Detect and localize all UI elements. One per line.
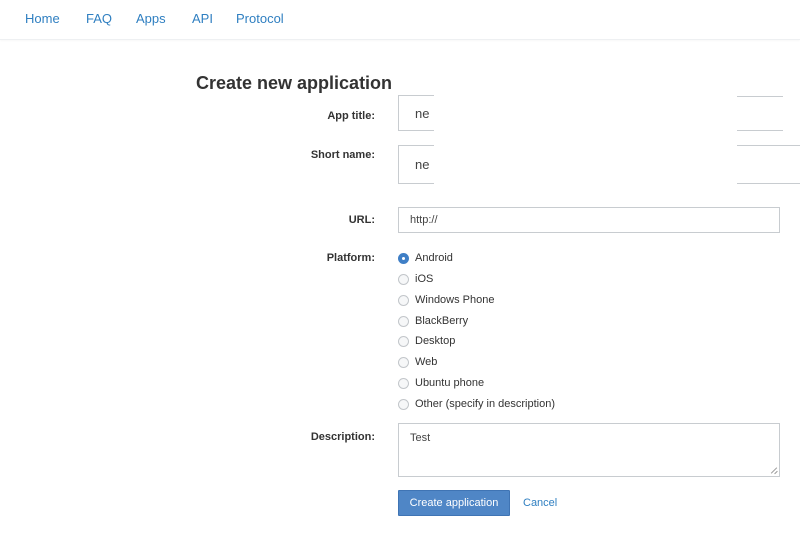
app-title-input[interactable]: ne (398, 95, 434, 131)
platform-option-label: Ubuntu phone (415, 377, 485, 389)
short-name-label: Short name: (310, 149, 375, 161)
nav-faq-link[interactable]: FAQ (86, 11, 112, 26)
app-title-value: ne (415, 106, 430, 121)
radio-icon[interactable] (398, 316, 409, 327)
short-name-input-edge-bottom (737, 183, 800, 184)
url-input[interactable]: http:// (398, 207, 780, 233)
radio-checked-icon[interactable] (398, 253, 409, 264)
top-nav: Home FAQ Apps API Protocol (0, 0, 800, 40)
url-label: URL: (348, 214, 375, 226)
short-name-input-edge-top (737, 145, 800, 146)
platform-option-label: Desktop (415, 335, 456, 347)
short-name-input[interactable]: ne (398, 145, 434, 184)
nav-home-link[interactable]: Home (25, 11, 60, 26)
url-value: http:// (410, 214, 438, 226)
radio-icon[interactable] (398, 295, 409, 306)
radio-icon[interactable] (398, 399, 409, 410)
app-title-input-edge-top (737, 96, 783, 97)
description-textarea[interactable]: Test (398, 423, 780, 477)
platform-option-label: Windows Phone (415, 294, 495, 306)
radio-icon[interactable] (398, 357, 409, 368)
description-label: Description: (310, 431, 375, 443)
radio-icon[interactable] (398, 274, 409, 285)
platform-option-label: Web (415, 356, 438, 368)
short-name-value: ne (415, 157, 430, 172)
resize-handle-icon[interactable] (770, 467, 777, 474)
app-title-label: App title: (327, 110, 375, 122)
platform-option-label: iOS (415, 273, 434, 285)
create-application-button[interactable]: Create application (398, 490, 510, 516)
page-title: Create new application (196, 73, 393, 93)
nav-api-link[interactable]: API (192, 11, 213, 26)
nav-apps-link[interactable]: Apps (136, 11, 166, 26)
app-title-input-edge-bottom (737, 130, 783, 131)
radio-icon[interactable] (398, 336, 409, 347)
platform-option-label: Android (415, 252, 453, 264)
platform-option-label: BlackBerry (415, 315, 469, 327)
radio-icon[interactable] (398, 378, 409, 389)
platform-option-label: Other (specify in description) (415, 398, 555, 410)
nav-protocol-link[interactable]: Protocol (236, 11, 284, 26)
description-value: Test (410, 432, 431, 444)
platform-label: Platform: (326, 252, 375, 264)
cancel-link[interactable]: Cancel (523, 497, 557, 509)
